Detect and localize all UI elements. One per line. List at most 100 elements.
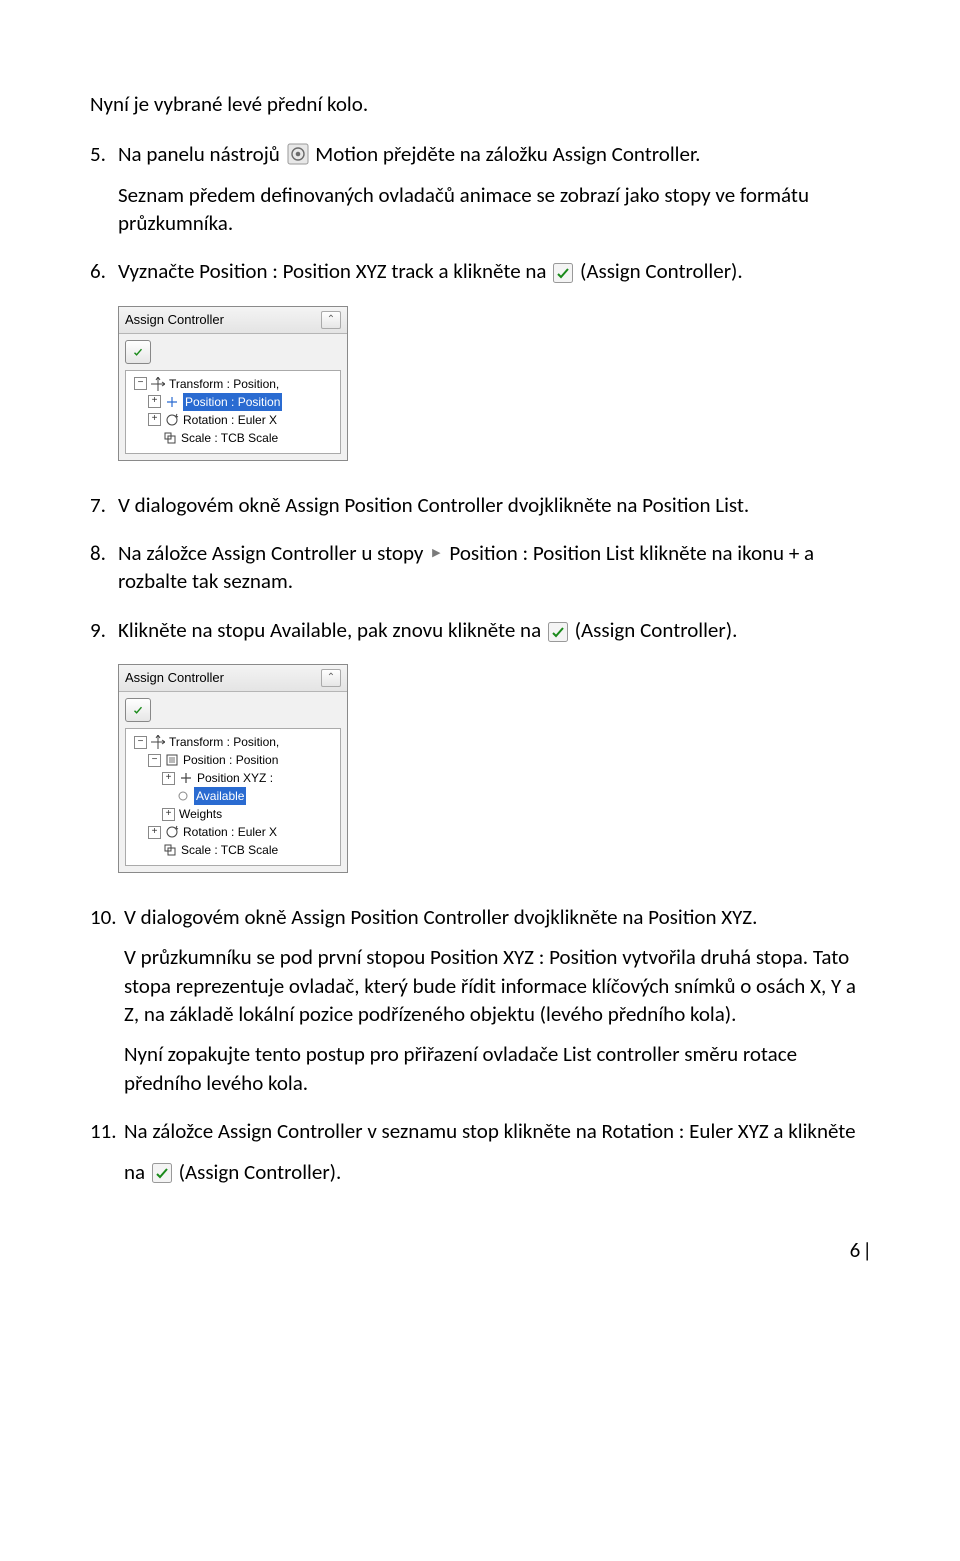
transform-node-icon xyxy=(151,735,165,749)
tree-row-available[interactable]: Available xyxy=(130,787,336,805)
step11-text-a: Na záložce Assign Controller v seznamu s… xyxy=(124,1118,856,1144)
tree-row-position-xyz[interactable]: + Position XYZ : xyxy=(130,769,336,787)
step11-text-c: (Assign Controller). xyxy=(179,1159,342,1185)
rotation-node-icon xyxy=(165,825,179,839)
step-number: 6. xyxy=(90,257,118,285)
step-number: 7. xyxy=(90,491,118,519)
tree-row-position[interactable]: + Position : Position xyxy=(130,393,336,411)
chevron-right-icon: ▶ xyxy=(432,546,440,561)
expand-toggle[interactable]: + xyxy=(162,772,175,785)
step-5: 5. Na panelu nástrojů Motion přejděte na… xyxy=(90,140,872,237)
step-10: 10. V dialogovém okně Assign Position Co… xyxy=(90,903,872,1097)
intro-text: Nyní je vybrané levé přední kolo. xyxy=(90,90,872,118)
panel-header: Assign Controller ⌃ xyxy=(119,307,347,334)
scale-node-icon xyxy=(163,843,177,857)
step-body: V dialogovém okně Assign Position Contro… xyxy=(124,903,872,1097)
step5-text-b: Motion přejděte na záložku Assign Contro… xyxy=(315,141,700,167)
tree-label-selected: Available xyxy=(194,787,246,805)
step-body: V dialogovém okně Assign Position Contro… xyxy=(118,491,872,519)
motion-panel-icon xyxy=(287,143,309,165)
tree-row-transform[interactable]: − Transform : Position, xyxy=(130,375,336,393)
assign-controller-icon xyxy=(553,262,573,282)
tree-label: Weights xyxy=(179,805,222,823)
controller-tree[interactable]: − Transform : Position, + Position : Pos… xyxy=(125,370,341,454)
page-number: 6| xyxy=(90,1236,872,1264)
assign-controller-panel: Assign Controller ⌃ − Transform : Positi… xyxy=(118,664,348,873)
step10-text-b: V průzkumníku se pod první stopou Positi… xyxy=(124,943,872,1028)
position-node-icon xyxy=(165,395,179,409)
collapse-button[interactable]: ⌃ xyxy=(321,669,341,687)
step-number: 8. xyxy=(90,539,118,596)
step-number: 10. xyxy=(90,903,124,1097)
scale-node-icon xyxy=(163,431,177,445)
step6-text-b: (Assign Controller). xyxy=(580,258,743,284)
step-number: 9. xyxy=(90,616,118,644)
step-body: Na záložce Assign Controller v seznamu s… xyxy=(124,1117,872,1186)
tree-row-rotation[interactable]: + Rotation : Euler X xyxy=(130,823,336,841)
expand-toggle[interactable]: + xyxy=(148,413,161,426)
tree-row-weights[interactable]: + Weights xyxy=(130,805,336,823)
panel-title: Assign Controller xyxy=(125,311,321,329)
tree-label: Scale : TCB Scale xyxy=(181,841,278,859)
rotation-node-icon xyxy=(165,413,179,427)
tree-label: Position XYZ : xyxy=(197,769,273,787)
step5-text-a: Na panelu nástrojů xyxy=(118,141,280,167)
position-node-icon xyxy=(179,771,193,785)
assign-button[interactable] xyxy=(125,698,151,722)
expand-toggle[interactable]: − xyxy=(134,736,147,749)
available-node-icon xyxy=(176,789,190,803)
panel-title: Assign Controller xyxy=(125,669,321,687)
expand-toggle[interactable]: + xyxy=(148,395,161,408)
panel-body: − Transform : Position, − Position : Pos… xyxy=(119,692,347,872)
page-number-value: 6 xyxy=(850,1237,861,1263)
figure-assign-controller-1: Assign Controller ⌃ − Transform : Positi… xyxy=(118,306,872,461)
collapse-button[interactable]: ⌃ xyxy=(321,311,341,329)
step10-text-a: V dialogovém okně Assign Position Contro… xyxy=(124,903,872,931)
transform-node-icon xyxy=(151,377,165,391)
tree-row-transform[interactable]: − Transform : Position, xyxy=(130,733,336,751)
step11-text-b: na xyxy=(124,1159,145,1185)
assign-controller-icon xyxy=(548,621,568,641)
step9-text-a: Klikněte na stopu Available, pak znovu k… xyxy=(118,617,541,643)
controller-tree[interactable]: − Transform : Position, − Position : Pos… xyxy=(125,728,341,866)
step-number: 5. xyxy=(90,140,118,237)
step-body: Vyznačte Position : Position XYZ track a… xyxy=(118,257,872,285)
step6-text-a: Vyznačte Position : Position XYZ track a… xyxy=(118,258,546,284)
tree-row-position-list[interactable]: − Position : Position xyxy=(130,751,336,769)
step-11: 11. Na záložce Assign Controller v sezna… xyxy=(90,1117,872,1186)
tree-label: Transform : Position, xyxy=(169,375,279,393)
tree-row-scale[interactable]: Scale : TCB Scale xyxy=(130,841,336,859)
tree-label: Position : Position xyxy=(183,751,278,769)
step-7: 7. V dialogovém okně Assign Position Con… xyxy=(90,491,872,519)
step-8: 8. Na záložce Assign Controller u stopy … xyxy=(90,539,872,596)
expand-toggle[interactable]: + xyxy=(162,808,175,821)
assign-controller-icon xyxy=(152,1162,172,1182)
expand-toggle[interactable]: − xyxy=(148,754,161,767)
step7-text: V dialogovém okně Assign Position Contro… xyxy=(118,492,749,518)
panel-header: Assign Controller ⌃ xyxy=(119,665,347,692)
expand-toggle[interactable]: − xyxy=(134,377,147,390)
tree-label-selected: Position : Position xyxy=(183,393,282,411)
step9-text-b: (Assign Controller). xyxy=(575,617,738,643)
step10-text-c: Nyní zopakujte tento postup pro přiřazen… xyxy=(124,1040,872,1097)
step-body: Klikněte na stopu Available, pak znovu k… xyxy=(118,616,872,644)
step5-text-c: Seznam předem definovaných ovladačů anim… xyxy=(118,181,872,238)
step-body: Na panelu nástrojů Motion přejděte na zá… xyxy=(118,140,872,237)
tree-label: Rotation : Euler X xyxy=(183,411,277,429)
step-body: Na záložce Assign Controller u stopy ▶ P… xyxy=(118,539,872,596)
assign-controller-panel: Assign Controller ⌃ − Transform : Positi… xyxy=(118,306,348,461)
figure-assign-controller-2: Assign Controller ⌃ − Transform : Positi… xyxy=(118,664,872,873)
tree-row-rotation[interactable]: + Rotation : Euler X xyxy=(130,411,336,429)
expand-toggle[interactable]: + xyxy=(148,826,161,839)
tree-label: Transform : Position, xyxy=(169,733,279,751)
step-number: 11. xyxy=(90,1117,124,1186)
step-6: 6. Vyznačte Position : Position XYZ trac… xyxy=(90,257,872,285)
assign-button[interactable] xyxy=(125,340,151,364)
tree-row-scale[interactable]: Scale : TCB Scale xyxy=(130,429,336,447)
page-pipe: | xyxy=(862,1237,872,1263)
panel-body: − Transform : Position, + Position : Pos… xyxy=(119,334,347,460)
tree-label: Scale : TCB Scale xyxy=(181,429,278,447)
step-9: 9. Klikněte na stopu Available, pak znov… xyxy=(90,616,872,644)
list-node-icon xyxy=(165,753,179,767)
tree-label: Rotation : Euler X xyxy=(183,823,277,841)
